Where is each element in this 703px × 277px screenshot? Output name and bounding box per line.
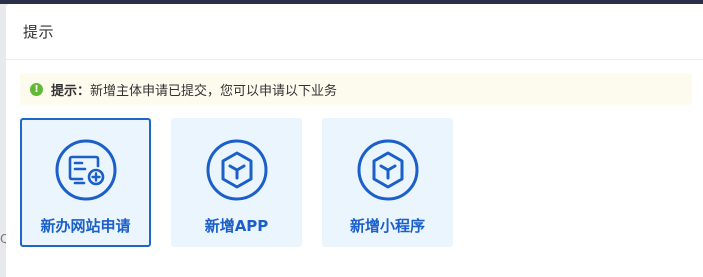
card-new-website[interactable]: 新办网站申请 <box>20 118 151 247</box>
card-new-app-label: 新增APP <box>204 217 269 235</box>
notice-text: 提示：新增主体申请已提交，您可以申请以下业务 <box>51 80 337 99</box>
notice-banner: ! 提示：新增主体申请已提交，您可以申请以下业务 <box>20 73 692 105</box>
prompt-dialog: 提示 ! 提示：新增主体申请已提交，您可以申请以下业务 新办网站申请 新增APP… <box>6 4 703 277</box>
dialog-title: 提示 <box>23 23 55 41</box>
service-card-list: 新办网站申请 新增APP 新增小程序 <box>20 118 453 247</box>
card-new-website-label: 新办网站申请 <box>40 217 131 235</box>
notice-message: 新增主体申请已提交，您可以申请以下业务 <box>90 83 338 99</box>
exclamation-icon: ! <box>30 82 43 96</box>
card-new-app[interactable]: 新增APP <box>171 118 302 247</box>
dialog-header: 提示 <box>6 4 703 60</box>
card-new-miniprogram-label: 新增小程序 <box>349 217 425 235</box>
notice-label: 提示： <box>51 83 91 99</box>
miniprogram-cube-icon <box>357 139 418 201</box>
card-new-miniprogram[interactable]: 新增小程序 <box>322 118 453 247</box>
website-icon <box>55 139 116 201</box>
app-cube-icon <box>206 139 267 201</box>
